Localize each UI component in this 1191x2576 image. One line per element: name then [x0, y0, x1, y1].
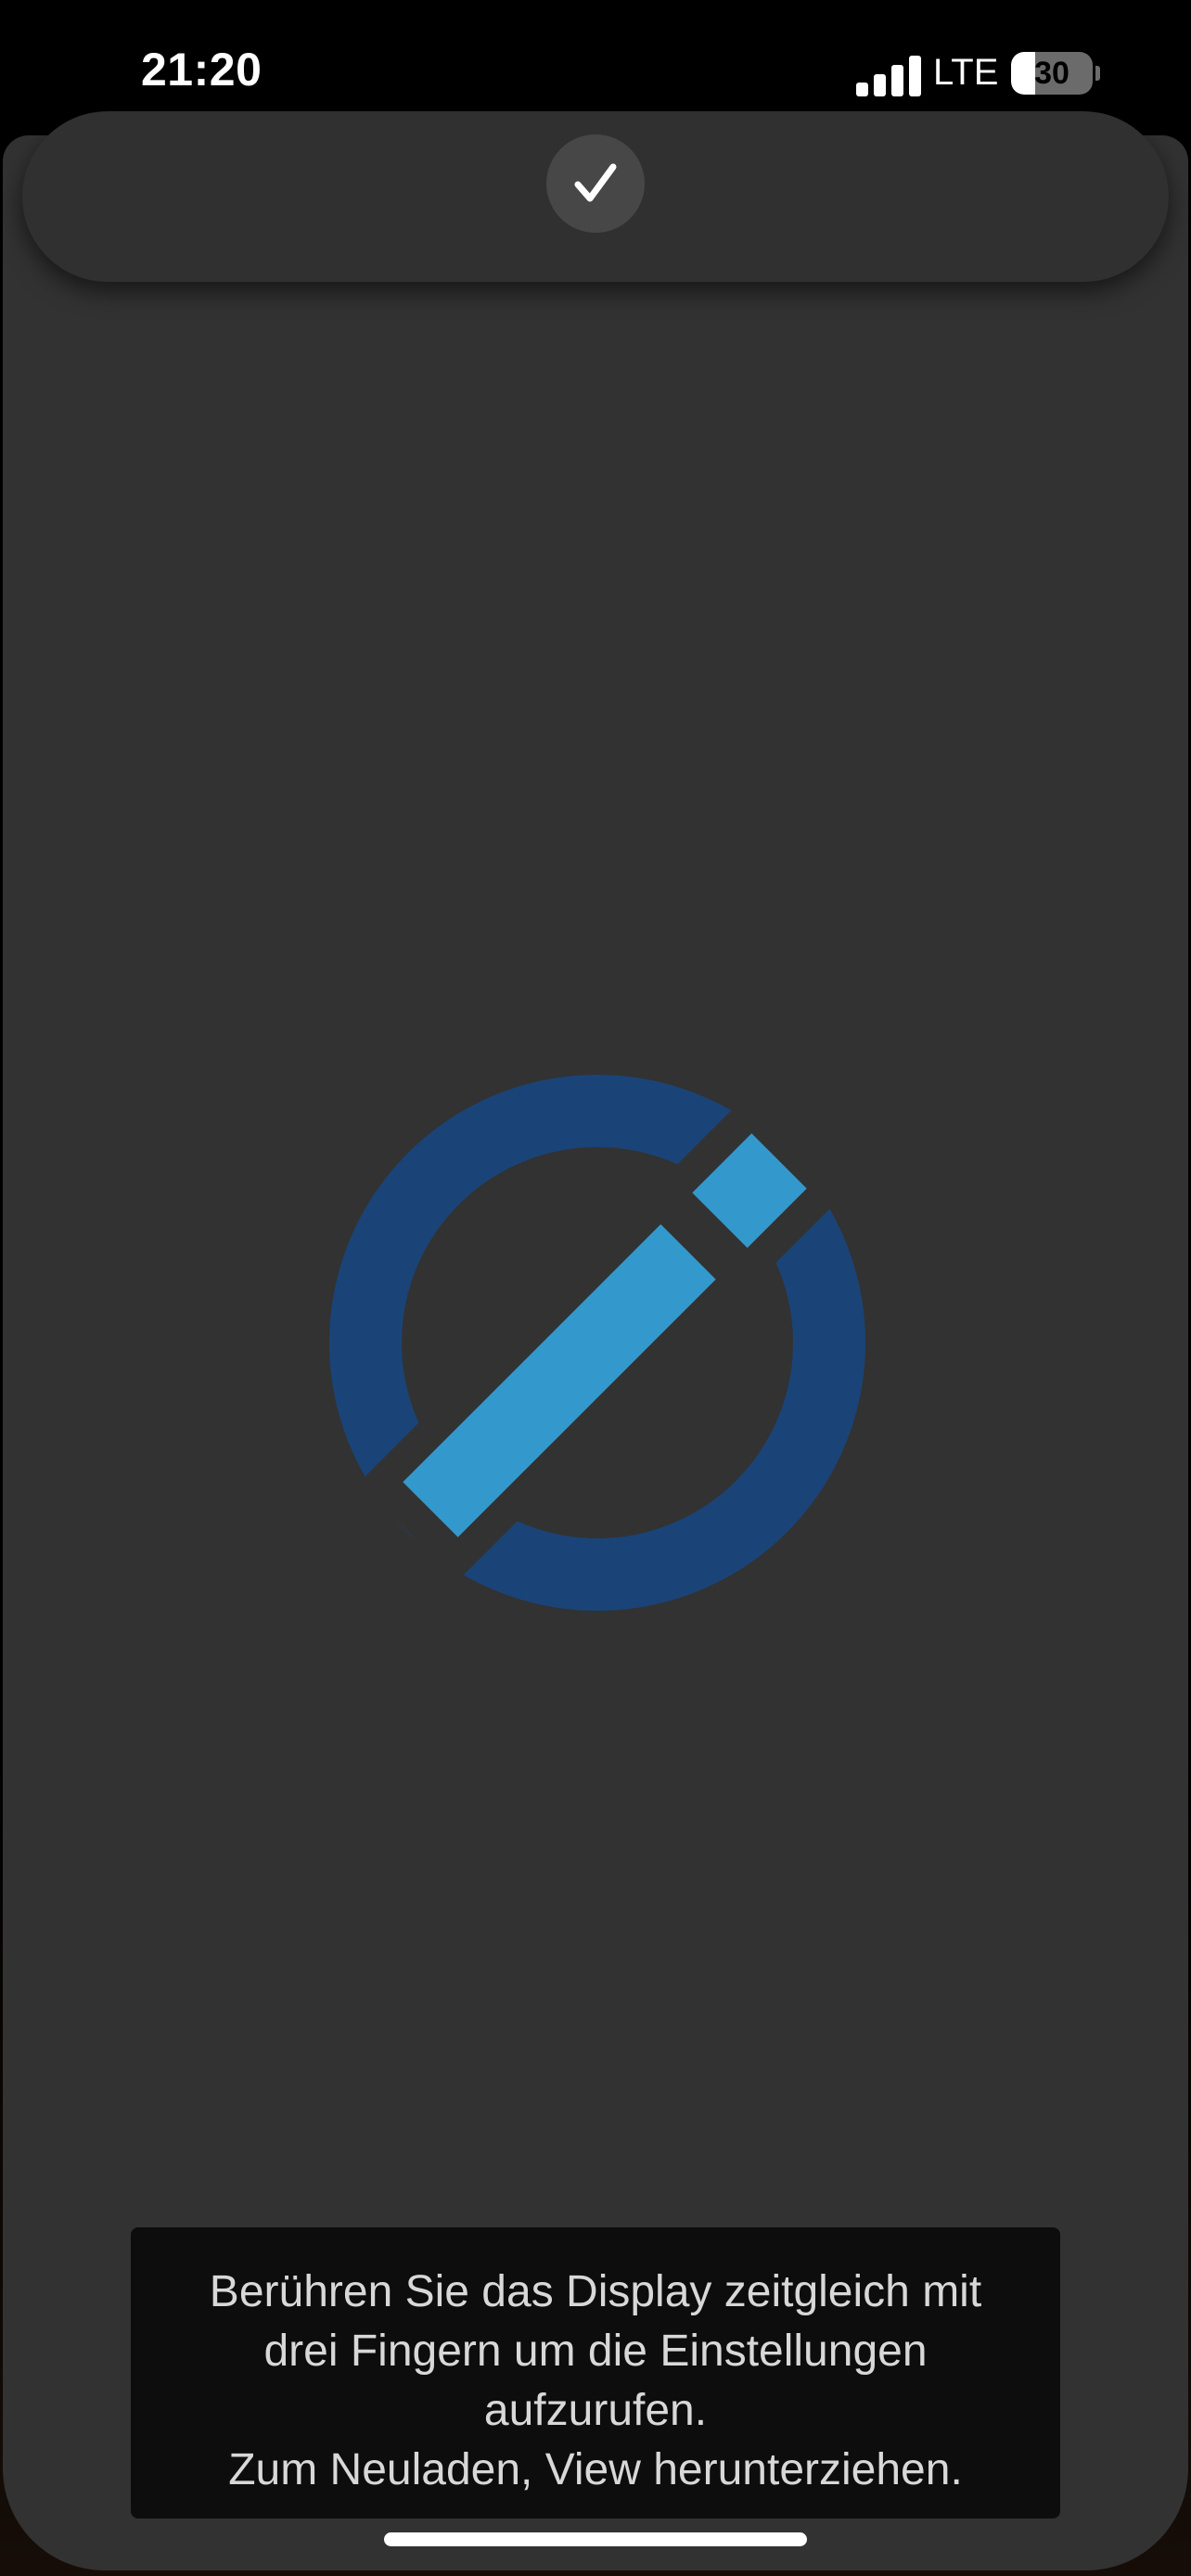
signal-bar	[856, 83, 868, 96]
signal-bar	[891, 65, 903, 96]
confirm-button[interactable]	[546, 134, 645, 233]
logo-pen-body	[403, 1224, 716, 1537]
hint-line: Berühren Sie das Display zeitgleich mit	[209, 2267, 982, 2316]
cellular-signal-icon	[856, 54, 921, 96]
hint-line: aufzurufen.	[483, 2386, 708, 2435]
battery-cap	[1095, 66, 1100, 81]
home-indicator[interactable]	[384, 2532, 807, 2546]
checkmark-icon	[574, 163, 617, 202]
status-bar: 21:20 LTE 30	[0, 0, 1191, 139]
phone-screen: 21:20 LTE 30 Berühren Sie das Display ze…	[0, 0, 1191, 2576]
logo-pen-cap	[692, 1133, 807, 1248]
pen-in-circle-logo-icon	[329, 1075, 865, 1611]
battery-level: 30	[1034, 55, 1069, 91]
signal-bar	[909, 56, 921, 96]
carrier-label: LTE	[933, 52, 999, 93]
signal-bar	[874, 74, 886, 96]
hint-box: Berühren Sie das Display zeitgleich mit …	[131, 2227, 1060, 2519]
hint-line: Zum Neuladen, View herunterziehen.	[228, 2445, 963, 2494]
status-time: 21:20	[141, 44, 263, 96]
battery-icon: 30	[1011, 52, 1093, 95]
hint-line: drei Fingern um die Einstellungen	[263, 2327, 928, 2376]
